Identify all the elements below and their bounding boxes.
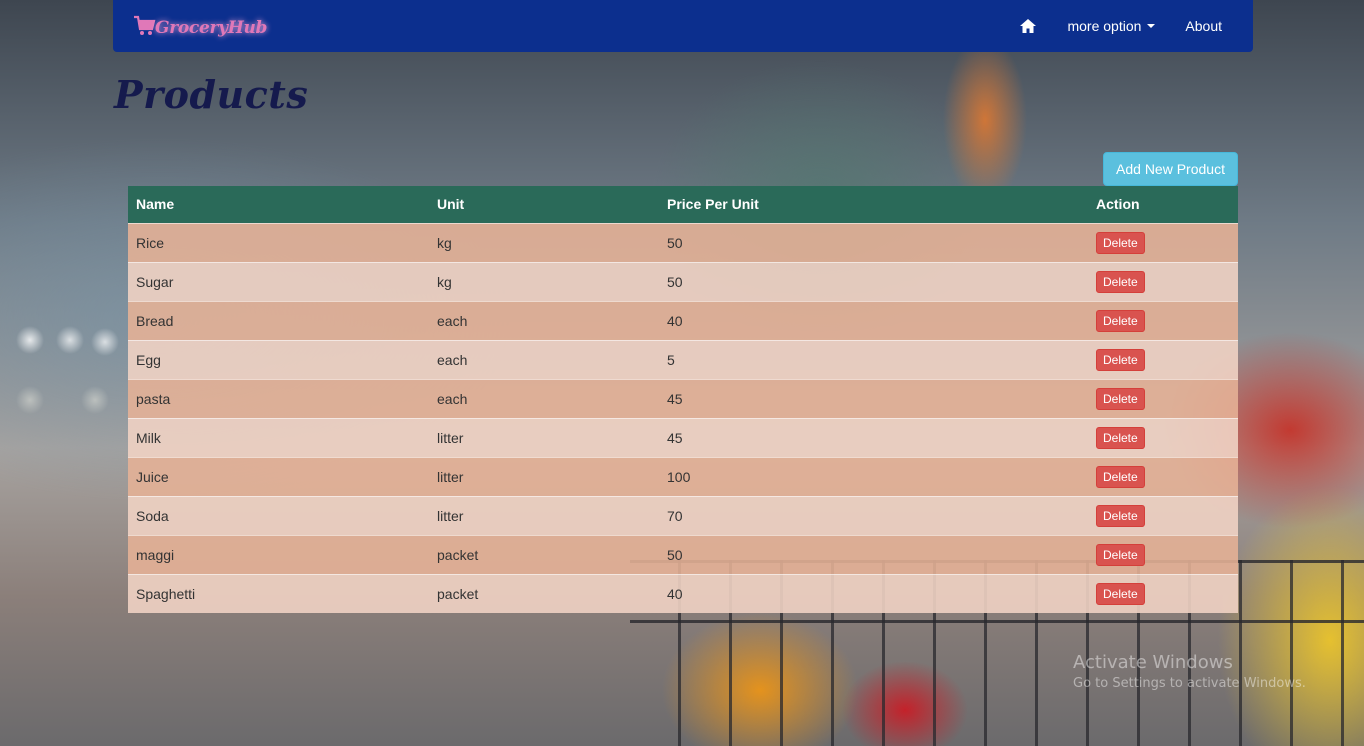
cell-action: Delete: [1088, 222, 1238, 262]
cell-unit: litter: [429, 495, 659, 535]
cell-price: 70: [659, 495, 1088, 535]
caret-down-icon: [1147, 24, 1156, 28]
cell-action: Delete: [1088, 300, 1238, 340]
cell-unit: kg: [429, 261, 659, 301]
delete-button[interactable]: Delete: [1096, 465, 1145, 488]
table-header-row: Name Unit Price Per Unit Action: [128, 186, 1238, 223]
cell-name: Juice: [128, 456, 429, 496]
header-name: Name: [128, 186, 429, 223]
delete-button[interactable]: Delete: [1096, 309, 1145, 332]
nav-links: more option About: [1004, 0, 1253, 52]
table-row: pasta each 45 Delete: [128, 378, 1238, 418]
header-unit: Unit: [429, 186, 659, 223]
cell-price: 5: [659, 339, 1088, 379]
delete-button[interactable]: Delete: [1096, 582, 1145, 605]
brand-name: GroceryHub: [155, 18, 268, 38]
cell-action: Delete: [1088, 378, 1238, 418]
background-shelf-lights: [0, 300, 130, 420]
cell-action: Delete: [1088, 495, 1238, 535]
cell-unit: packet: [429, 534, 659, 574]
nav-home-link[interactable]: [1004, 0, 1052, 52]
home-icon: [1020, 19, 1037, 33]
delete-button[interactable]: Delete: [1096, 426, 1145, 449]
header-action: Action: [1088, 186, 1238, 223]
delete-button[interactable]: Delete: [1096, 504, 1145, 527]
navbar: GroceryHub more option About: [113, 0, 1253, 52]
cell-name: Soda: [128, 495, 429, 535]
cell-price: 45: [659, 417, 1088, 457]
cell-name: Sugar: [128, 261, 429, 301]
cell-price: 40: [659, 573, 1088, 613]
cell-price: 40: [659, 300, 1088, 340]
cell-price: 50: [659, 222, 1088, 262]
header-price-per-unit: Price Per Unit: [659, 186, 1088, 223]
cell-unit: each: [429, 339, 659, 379]
cell-action: Delete: [1088, 417, 1238, 457]
activate-windows-watermark: Activate Windows Go to Settings to activ…: [1073, 652, 1306, 691]
delete-button[interactable]: Delete: [1096, 387, 1145, 410]
page-title: Products: [114, 72, 309, 117]
cell-unit: kg: [429, 222, 659, 262]
cell-unit: each: [429, 300, 659, 340]
cell-unit: packet: [429, 573, 659, 613]
cell-price: 100: [659, 456, 1088, 496]
table-row: Soda litter 70 Delete: [128, 495, 1238, 535]
delete-button[interactable]: Delete: [1096, 231, 1145, 254]
table-row: Bread each 40 Delete: [128, 300, 1238, 340]
table-row: Sugar kg 50 Delete: [128, 261, 1238, 301]
watermark-title: Activate Windows: [1073, 652, 1233, 673]
cell-unit: litter: [429, 417, 659, 457]
cell-unit: each: [429, 378, 659, 418]
cell-price: 50: [659, 261, 1088, 301]
cell-action: Delete: [1088, 261, 1238, 301]
cell-name: Rice: [128, 222, 429, 262]
more-option-label: more option: [1067, 18, 1142, 34]
table-row: Egg each 5 Delete: [128, 339, 1238, 379]
brand-logo[interactable]: GroceryHub: [133, 14, 267, 38]
shopping-cart-icon: [134, 15, 156, 35]
nav-about-link[interactable]: About: [1170, 0, 1253, 52]
cell-price: 50: [659, 534, 1088, 574]
products-table: Name Unit Price Per Unit Action Rice kg …: [128, 186, 1238, 613]
nav-more-option-dropdown[interactable]: more option: [1052, 0, 1170, 52]
cell-action: Delete: [1088, 573, 1238, 613]
cell-unit: litter: [429, 456, 659, 496]
cell-name: Egg: [128, 339, 429, 379]
table-row: Milk litter 45 Delete: [128, 417, 1238, 457]
cell-name: Spaghetti: [128, 573, 429, 613]
delete-button[interactable]: Delete: [1096, 348, 1145, 371]
cell-price: 45: [659, 378, 1088, 418]
cell-name: pasta: [128, 378, 429, 418]
table-row: Spaghetti packet 40 Delete: [128, 573, 1238, 613]
table-row: Rice kg 50 Delete: [128, 222, 1238, 262]
cell-action: Delete: [1088, 534, 1238, 574]
table-row: maggi packet 50 Delete: [128, 534, 1238, 574]
cell-name: maggi: [128, 534, 429, 574]
delete-button[interactable]: Delete: [1096, 270, 1145, 293]
table-row: Juice litter 100 Delete: [128, 456, 1238, 496]
watermark-subtitle: Go to Settings to activate Windows.: [1073, 676, 1306, 691]
cell-action: Delete: [1088, 339, 1238, 379]
cell-action: Delete: [1088, 456, 1238, 496]
add-new-product-button[interactable]: Add New Product: [1103, 152, 1238, 186]
cell-name: Milk: [128, 417, 429, 457]
delete-button[interactable]: Delete: [1096, 543, 1145, 566]
cell-name: Bread: [128, 300, 429, 340]
